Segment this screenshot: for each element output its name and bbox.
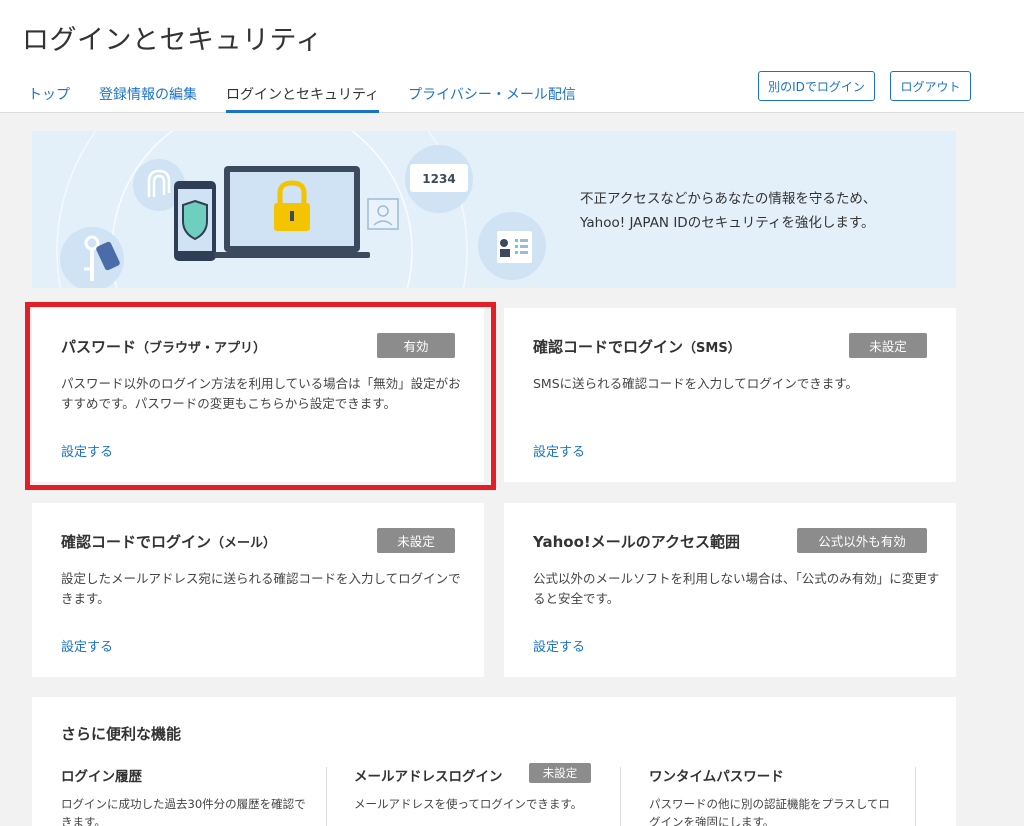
divider [915,767,916,826]
more-features-section: さらに便利な機能 ログイン履歴 ログインに成功した過去30件分の履歴を確認できま… [32,697,956,826]
face-scan-icon [367,198,399,230]
divider [620,767,621,826]
card-title-sub: （SMS） [683,341,741,356]
status-badge: 公式以外も有効 [797,528,927,553]
pin-code-icon: 1234 [405,145,473,213]
page-header: ログインとセキュリティ トップ 登録情報の編集 ログインとセキュリティ プライバ… [0,0,1024,113]
tab-top[interactable]: トップ [28,84,70,113]
status-badge: 未設定 [529,763,591,783]
card-description: 公式以外のメールソフトを利用しない場合は、「公式のみ有効」に変更すると安全です。 [533,571,940,606]
divider [326,767,327,826]
email-login-feature[interactable]: メールアドレスログイン 未設定 メールアドレスを使ってログインできます。 [354,763,624,826]
card-title: Yahoo!メールのアクセス範囲 [533,531,740,552]
pin-code-text: 1234 [422,172,455,186]
card-title-main: 確認コードでログイン [61,533,212,551]
logout-button[interactable]: ログアウト [890,71,971,101]
tab-login-security[interactable]: ログインとセキュリティ [226,84,380,113]
mail-code-settings-link[interactable]: 設定する [61,636,113,655]
laptop-lock-icon [214,166,399,258]
highlight-frame [25,302,496,490]
alt-login-button[interactable]: 別のIDでログイン [758,71,875,101]
feature-description: パスワードの他に別の認証機能をプラスしてログインを強固にします。 [649,797,890,826]
key-icon [60,227,124,288]
tab-bar: トップ 登録情報の編集 ログインとセキュリティ プライバシー・メール配信 [28,84,605,113]
tab-privacy-mail[interactable]: プライバシー・メール配信 [408,84,576,113]
section-title: さらに便利な機能 [61,725,182,743]
feature-title: ワンタイムパスワード [649,769,784,785]
tab-profile-edit[interactable]: 登録情報の編集 [99,84,197,113]
card-title: 確認コードでログイン（SMS） [533,336,741,357]
feature-description: メールアドレスを使ってログインできます。 [354,797,583,811]
feature-title: ログイン履歴 [61,769,142,785]
card-title-sub: （メール） [211,536,277,551]
card-title-main: 確認コードでログイン [533,338,684,356]
hero-line-2: Yahoo! JAPAN IDのセキュリティを強化します。 [580,215,875,231]
hero-line-1: 不正アクセスなどからあなたの情報を守るため、 [580,191,877,207]
feature-description: ログインに成功した過去30件分の履歴を確認できます。 [61,797,306,826]
phone-shield-icon [174,181,216,261]
mail-code-login-card: 確認コードでログイン（メール） 未設定 設定したメールアドレス宛に送られる確認コ… [32,503,484,677]
card-title-main: Yahoo!メールのアクセス範囲 [533,533,740,551]
hero-message: 不正アクセスなどからあなたの情報を守るため、 Yahoo! JAPAN IDのセ… [580,187,876,235]
sms-settings-link[interactable]: 設定する [533,441,585,460]
feature-title: メールアドレスログイン [354,769,503,785]
page-title: ログインとセキュリティ [22,25,323,56]
mail-access-card: Yahoo!メールのアクセス範囲 公式以外も有効 公式以外のメールソフトを利用し… [504,503,956,677]
card-title: 確認コードでログイン（メール） [61,531,276,552]
login-history-feature[interactable]: ログイン履歴 ログインに成功した過去30件分の履歴を確認できます。 [61,765,331,826]
mail-access-settings-link[interactable]: 設定する [533,636,585,655]
card-description: 設定したメールアドレス宛に送られる確認コードを入力してログインできます。 [61,571,461,606]
card-description: SMSに送られる確認コードを入力してログインできます。 [533,376,859,391]
one-time-password-feature[interactable]: ワンタイムパスワード パスワードの他に別の認証機能をプラスしてログインを強固にし… [649,765,919,826]
status-badge: 未設定 [849,333,927,358]
security-hero-banner: 1234 不正アクセスなどからあなたの情報を守るため、 Yahoo! JAPAN… [32,131,956,288]
sms-login-card: 確認コードでログイン（SMS） 未設定 SMSに送られる確認コードを入力してログ… [504,308,956,482]
status-badge: 未設定 [377,528,455,553]
id-card-icon [478,212,546,280]
